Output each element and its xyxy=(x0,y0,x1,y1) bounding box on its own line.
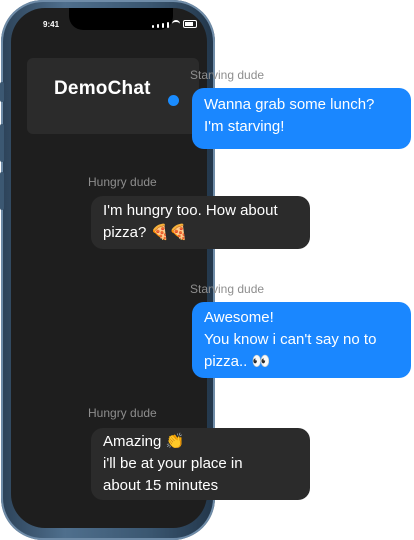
wifi-icon xyxy=(172,20,180,28)
message-line: I'm starving! xyxy=(204,118,285,135)
message-line: You know i can't say no to xyxy=(204,331,377,348)
mute-switch xyxy=(0,82,4,102)
message-line: about 15 minutes xyxy=(103,477,219,494)
chat-bubble-outgoing: Wanna grab some lunch? I'm starving! xyxy=(192,88,411,149)
message-line: pizza? 🍕🍕 xyxy=(103,224,188,241)
message-line: Amazing 👏 xyxy=(103,433,185,450)
message-line: i'll be at your place in xyxy=(103,455,243,472)
app-title: DemoChat xyxy=(54,78,151,99)
message-line: Awesome! xyxy=(204,309,274,326)
message-sender: Starving dude xyxy=(190,68,265,82)
chat-bubble-outgoing: Awesome! You know i can't say no to pizz… xyxy=(192,302,411,378)
volume-up-button xyxy=(0,124,4,162)
signal-bar xyxy=(167,22,169,28)
signal-bar xyxy=(162,23,164,28)
message-sender: Hungry dude xyxy=(88,175,157,189)
status-icons xyxy=(152,20,197,28)
message-line: I'm hungry too. How about xyxy=(103,202,278,219)
message-line: pizza.. 👀 xyxy=(204,353,271,370)
online-status-dot xyxy=(168,95,179,106)
signal-icon xyxy=(152,25,154,28)
chat-bubble-incoming: I'm hungry too. How about pizza? 🍕🍕 xyxy=(91,196,310,249)
volume-down-button xyxy=(0,172,4,210)
message-sender: Hungry dude xyxy=(88,406,157,420)
battery-icon xyxy=(183,20,197,28)
signal-bar xyxy=(157,24,159,28)
message-sender: Starving dude xyxy=(190,282,265,296)
chat-bubble-incoming: Amazing 👏 i'll be at your place in about… xyxy=(91,428,310,500)
status-time: 9:41 xyxy=(43,20,60,29)
message-line: Wanna grab some lunch? xyxy=(204,96,375,113)
